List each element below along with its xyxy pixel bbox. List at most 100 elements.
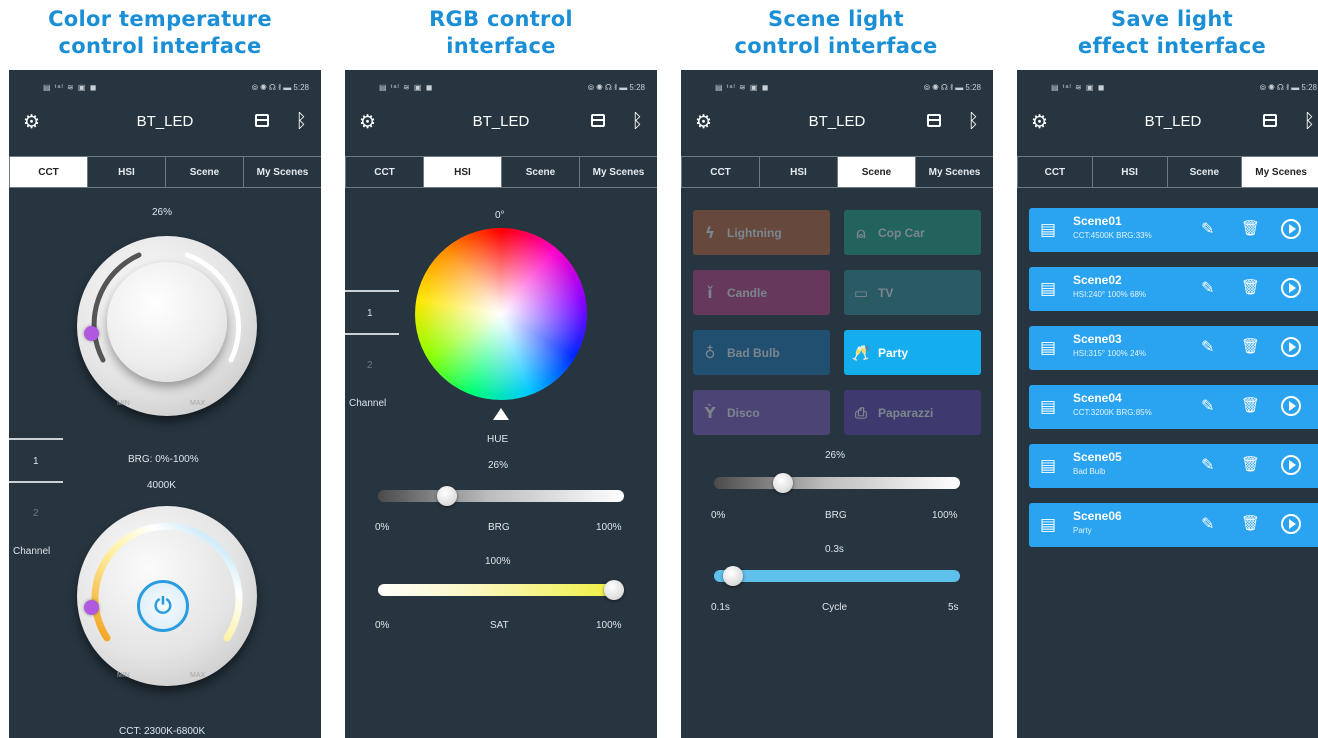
brg-value: 26% <box>825 450 846 461</box>
bluetooth-icon[interactable]: ᛒ <box>968 110 979 132</box>
tab-my-scenes[interactable]: My Scenes <box>579 156 657 188</box>
tab-hsi[interactable]: HSI <box>759 156 838 188</box>
brightness-value: 26% <box>152 207 173 218</box>
tab-hsi[interactable]: HSI <box>1091 156 1168 188</box>
hue-marker-icon[interactable] <box>493 408 509 420</box>
saved-scene-row[interactable]: ▤ Scene04 CCT:3200K BRG:85% ✎ 🗑 <box>1029 385 1318 429</box>
edit-icon[interactable]: ✎ <box>1201 219 1214 238</box>
channel-item-1[interactable]: 1 <box>367 308 373 319</box>
scene-button-party[interactable]: 🥂 Party <box>844 330 981 375</box>
color-wheel[interactable] <box>415 228 587 400</box>
phone-screen-my-scenes: ▤ ᵗᵃˡ ≋ ▣ ◼ ⦾ ◉ ☊ ∦ ▬ 5:28 ⚙ BT_LED ᛒ CC… <box>1017 70 1318 738</box>
tab-cct[interactable]: CCT <box>681 156 760 188</box>
tab-cct[interactable]: CCT <box>1017 156 1093 188</box>
cct-handle[interactable] <box>84 600 99 615</box>
save-icon[interactable] <box>927 114 941 127</box>
channel-divider <box>345 290 399 292</box>
saved-scene-row[interactable]: ▤ Scene05 Bad Bulb ✎ 🗑 <box>1029 444 1318 488</box>
mode-tabs: CCT HSI Scene My Scenes <box>345 156 657 188</box>
phone-screen-scene: ▤ ᵗᵃˡ ≋ ▣ ◼ ⦾ ◉ ☊ ∦ ▬ 5:28 ⚙ BT_LED ᛒ CC… <box>681 70 993 738</box>
trash-icon[interactable]: 🗑 <box>1241 219 1260 237</box>
tab-cct[interactable]: CCT <box>9 156 88 188</box>
tab-hsi[interactable]: HSI <box>423 156 502 188</box>
cycle-value: 0.3s <box>825 544 844 555</box>
save-icon[interactable] <box>591 114 605 127</box>
bluetooth-icon[interactable]: ᛒ <box>1304 110 1315 132</box>
saved-scene-row[interactable]: ▤ Scene06 Party ✎ 🗑 <box>1029 503 1318 547</box>
scene-label: Cop Car <box>878 225 925 240</box>
tab-scene[interactable]: Scene <box>837 156 916 188</box>
play-icon[interactable] <box>1281 337 1301 357</box>
trash-icon[interactable]: 🗑 <box>1241 514 1260 532</box>
bluetooth-icon[interactable]: ᛒ <box>296 110 307 132</box>
cct-range-label: CCT: 2300K-6800K <box>119 726 206 737</box>
channel-item-1[interactable]: 1 <box>33 456 39 467</box>
scene-detail: CCT:4500K BRG:33% <box>1073 231 1152 240</box>
scene-button-cop-car[interactable]: ⍝ Cop Car <box>844 210 981 255</box>
play-icon[interactable] <box>1281 455 1301 475</box>
play-icon[interactable] <box>1281 514 1301 534</box>
scene-detail: HSI:240° 100% 68% <box>1073 290 1147 299</box>
edit-icon[interactable]: ✎ <box>1201 455 1214 474</box>
status-icons-right: ⦾ ◉ ☊ ∦ ▬ 5:28 <box>251 83 309 92</box>
trash-icon[interactable]: 🗑 <box>1241 278 1260 296</box>
trash-icon[interactable]: 🗑 <box>1241 396 1260 414</box>
scene-button-lightning[interactable]: ϟ Lightning <box>693 210 830 255</box>
scene-button-tv[interactable]: ▭ TV <box>844 270 981 315</box>
scene-button-candle[interactable]: ǐ Candle <box>693 270 830 315</box>
trash-icon[interactable]: 🗑 <box>1241 455 1260 473</box>
trash-icon[interactable]: 🗑 <box>1241 337 1260 355</box>
lightning-icon: ϟ <box>705 223 715 242</box>
cycle-slider-track[interactable] <box>714 570 960 582</box>
scene-label: Party <box>878 345 909 360</box>
scene-label: Lightning <box>727 225 782 240</box>
siren-icon: ⍝ <box>856 223 866 242</box>
tab-scene[interactable]: Scene <box>165 156 244 188</box>
brg-slider-thumb[interactable] <box>772 473 793 493</box>
tab-hsi[interactable]: HSI <box>87 156 166 188</box>
save-icon[interactable] <box>1263 114 1277 127</box>
play-icon[interactable] <box>1281 278 1301 298</box>
tab-scene[interactable]: Scene <box>1166 156 1243 188</box>
edit-icon[interactable]: ✎ <box>1201 337 1214 356</box>
play-icon[interactable] <box>1281 396 1301 416</box>
knob-max-label: MAX <box>190 400 206 407</box>
bluetooth-icon[interactable]: ᛒ <box>632 110 643 132</box>
brg-max-label: 100% <box>596 522 622 533</box>
sat-slider-thumb[interactable] <box>604 580 624 600</box>
channel-item-2[interactable]: 2 <box>33 508 39 519</box>
knob-max-label: MAX <box>190 672 206 679</box>
edit-icon[interactable]: ✎ <box>1201 396 1214 415</box>
brightness-handle[interactable] <box>84 326 99 341</box>
party-icon: 🥂 <box>851 343 871 362</box>
scene-name: Scene04 <box>1073 391 1122 405</box>
sat-slider-track[interactable] <box>378 584 624 596</box>
brg-slider-track[interactable] <box>714 477 960 489</box>
knob-min-label: MIN <box>117 400 130 407</box>
edit-icon[interactable]: ✎ <box>1201 514 1214 533</box>
tab-my-scenes[interactable]: My Scenes <box>1241 156 1318 188</box>
play-icon[interactable] <box>1281 219 1301 239</box>
edit-icon[interactable]: ✎ <box>1201 278 1214 297</box>
power-icon[interactable]: ⏻ <box>137 580 189 632</box>
saved-scene-row[interactable]: ▤ Scene03 HSI:315° 100% 24% ✎ 🗑 <box>1029 326 1318 370</box>
tab-scene[interactable]: Scene <box>501 156 580 188</box>
brg-slider-track[interactable] <box>378 490 624 502</box>
scene-detail: Bad Bulb <box>1073 467 1106 476</box>
tab-cct[interactable]: CCT <box>345 156 424 188</box>
channel-item-2[interactable]: 2 <box>367 360 373 371</box>
scene-button-disco[interactable]: Ỳ Disco <box>693 390 830 435</box>
saved-scene-row[interactable]: ▤ Scene02 HSI:240° 100% 68% ✎ 🗑 <box>1029 267 1318 311</box>
cycle-label: Cycle <box>822 602 848 613</box>
save-icon[interactable] <box>255 114 269 127</box>
brightness-arc <box>91 252 242 363</box>
brg-slider-thumb[interactable] <box>436 486 457 506</box>
cycle-slider-thumb[interactable] <box>723 566 744 586</box>
panel-title-rgb: RGB control interface <box>429 7 573 58</box>
tab-my-scenes[interactable]: My Scenes <box>915 156 993 188</box>
scene-button-bad-bulb[interactable]: ♁ Bad Bulb <box>693 330 830 375</box>
tab-my-scenes[interactable]: My Scenes <box>243 156 321 188</box>
saved-scene-row[interactable]: ▤ Scene01 CCT:4500K BRG:33% ✎ 🗑 <box>1029 208 1318 252</box>
scene-button-paparazzi[interactable]: ⎙ Paparazzi <box>844 390 981 435</box>
app-title: BT_LED <box>472 113 530 130</box>
